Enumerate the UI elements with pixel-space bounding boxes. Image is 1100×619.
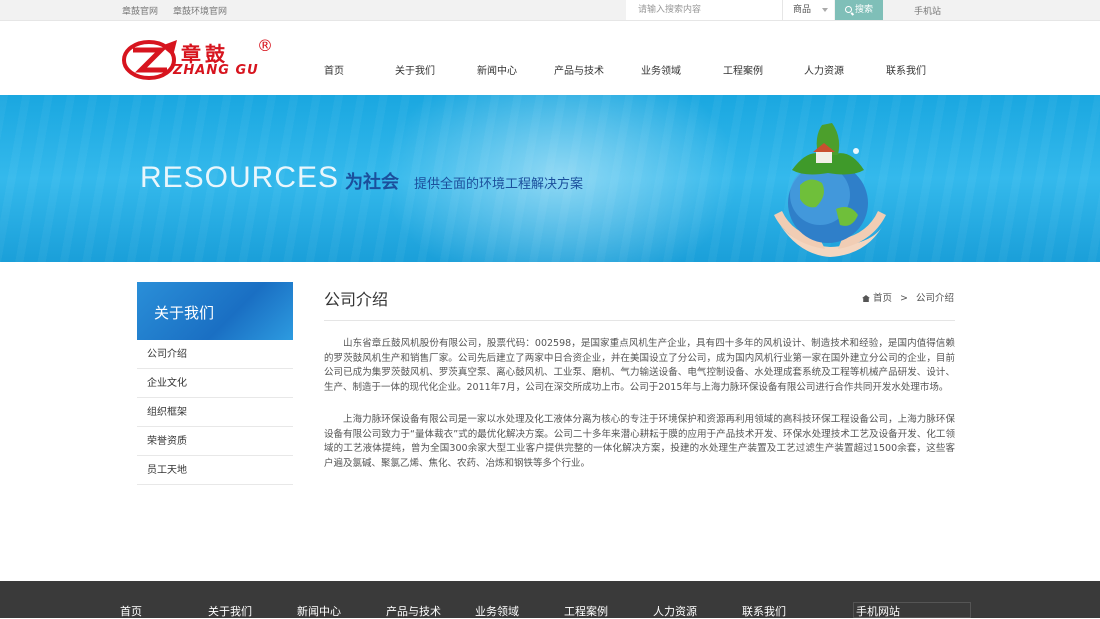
nav-news[interactable]: 新闻中心 [477, 62, 517, 77]
search-icon [844, 6, 852, 13]
footer: 首页 关于我们 新闻中心 产品与技术 业务领域 工程案例 人力资源 联系我们 手… [0, 581, 1100, 618]
search-button-label: 搜索 [854, 5, 873, 15]
nav-hr[interactable]: 人力资源 [804, 62, 844, 77]
page-title: 公司介绍 [324, 290, 389, 309]
sidebar-header: 关于我们 [137, 282, 293, 340]
footer-link-news[interactable]: 新闻中心 [297, 603, 341, 619]
footer-link-home[interactable]: 首页 [120, 603, 142, 619]
footer-link-contact[interactable]: 联系我们 [742, 603, 786, 619]
breadcrumb-home[interactable]: 首页 [873, 293, 892, 304]
footer-link-cases[interactable]: 工程案例 [564, 603, 608, 619]
home-icon [862, 295, 870, 302]
top-bar: 章鼓官网 章鼓环境官网 请输入搜索内容 商品 搜索 手机站 [0, 0, 1100, 21]
chevron-down-icon [822, 8, 828, 12]
footer-link-business[interactable]: 业务领域 [475, 603, 519, 619]
breadcrumb-separator: > [900, 293, 909, 304]
intro-paragraph-2: 上海力脉环保设备有限公司是一家以水处理及化工液体分离为核心的专注于环境保护和资源… [324, 414, 955, 469]
footer-mobile-site[interactable]: 手机网站 [853, 602, 971, 618]
sidebar-title: 关于我们 [154, 304, 215, 322]
logo-english-text: ZHANG GU [173, 63, 259, 78]
environment-site-link[interactable]: 章鼓环境官网 [173, 4, 227, 17]
sidebar-item-honors[interactable]: 荣誉资质 [137, 427, 293, 456]
globe-in-hands-icon [774, 123, 886, 257]
logo-mark-icon [122, 40, 177, 80]
footer-link-about[interactable]: 关于我们 [208, 603, 252, 619]
registered-mark: ® [257, 36, 273, 55]
official-site-link[interactable]: 章鼓官网 [122, 4, 158, 17]
banner-slogan-bold: 为社会 [345, 172, 399, 193]
nav-about[interactable]: 关于我们 [395, 62, 435, 77]
logo[interactable]: 章鼓 ® ZHANG GU [121, 36, 281, 84]
search-category-value: 商品 [793, 5, 812, 15]
nav-products[interactable]: 产品与技术 [554, 62, 604, 77]
footer-link-products[interactable]: 产品与技术 [386, 603, 441, 619]
nav-home[interactable]: 首页 [324, 62, 344, 77]
mobile-site-link[interactable]: 手机站 [914, 4, 941, 17]
sidebar-item-organization[interactable]: 组织框架 [137, 398, 293, 427]
nav-contact[interactable]: 联系我们 [886, 62, 926, 77]
banner-english-text: RESOURCES [140, 161, 340, 194]
title-divider [324, 320, 955, 321]
nav-business[interactable]: 业务领域 [641, 62, 681, 77]
banner-slogan: 提供全面的环境工程解决方案 [414, 177, 584, 192]
search-button[interactable]: 搜索 [835, 0, 883, 20]
search-category-select[interactable]: 商品 [782, 0, 834, 20]
nav-cases[interactable]: 工程案例 [723, 62, 763, 77]
header: 章鼓 ® ZHANG GU 首页 关于我们 新闻中心 产品与技术 业务领域 工程… [0, 21, 1100, 95]
footer-link-hr[interactable]: 人力资源 [653, 603, 697, 619]
sidebar-item-culture[interactable]: 企业文化 [137, 369, 293, 398]
sidebar-item-company-intro[interactable]: 公司介绍 [137, 340, 293, 369]
breadcrumb: 首页 > 公司介绍 [862, 290, 954, 304]
banner: RESOURCES 为社会 提供全面的环境工程解决方案 [0, 95, 1100, 262]
breadcrumb-current: 公司介绍 [916, 293, 955, 304]
search-input[interactable]: 请输入搜索内容 [626, 0, 782, 20]
intro-paragraph-1: 山东省章丘鼓风机股份有限公司，股票代码：002598，是国家重点风机生产企业，具… [324, 338, 955, 393]
sidebar-item-staff[interactable]: 员工天地 [137, 456, 293, 485]
